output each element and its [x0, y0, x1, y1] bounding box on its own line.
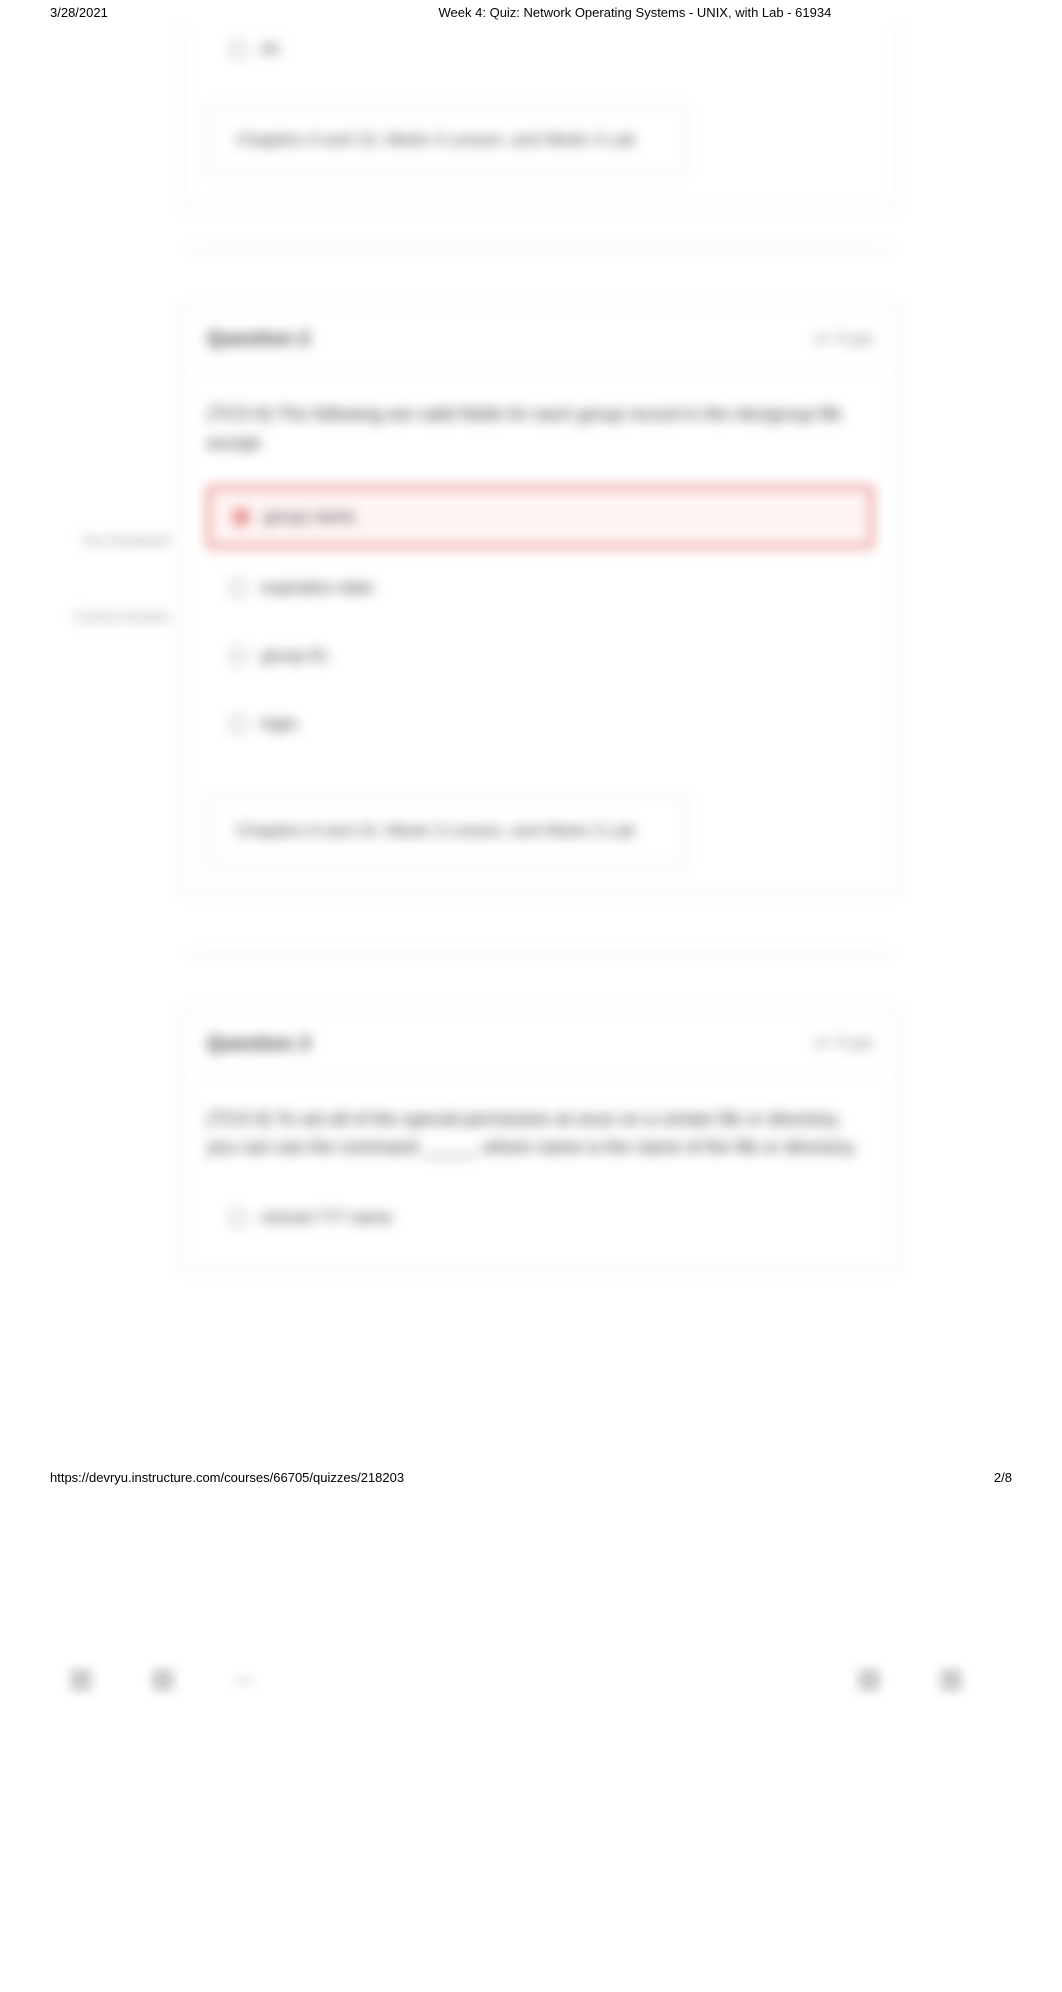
chapter-reference: Chapters 9 and 10, Week 3 Lesson, and We… — [207, 796, 687, 866]
chapter-reference: Chapters 9 and 10, Week 3 Lesson, and We… — [207, 105, 687, 175]
toolbar-icon[interactable] — [152, 1669, 174, 1691]
q2-option-a[interactable]: group name. — [207, 486, 873, 548]
toolbar-icon[interactable] — [940, 1669, 962, 1691]
card-divider — [190, 953, 890, 955]
option-label: sh — [261, 39, 279, 59]
print-date: 3/28/2021 — [50, 5, 108, 20]
question-title: Question 3 — [207, 1033, 310, 1056]
radio-icon — [229, 40, 247, 58]
q3-option-a[interactable]: chmod 777 name — [207, 1190, 873, 1246]
question-points: 0 / 5 pts — [816, 331, 873, 349]
option-label: login. — [261, 714, 302, 734]
print-url: https://devryu.instructure.com/courses/6… — [50, 1470, 404, 1485]
correct-answer-label: Correct Answer — [50, 606, 170, 627]
q2-option-b[interactable]: expiration date. — [207, 560, 873, 616]
radio-icon — [229, 579, 247, 597]
question-2-card: Question 2 0 / 5 pts (TCO 6) The followi… — [180, 305, 900, 893]
option-label: chmod 777 name — [261, 1208, 392, 1228]
print-title: Week 4: Quiz: Network Operating Systems … — [258, 5, 1012, 20]
quiz-page: You Answered Correct Answer sh Chapters … — [80, 25, 1000, 1269]
print-page-number: 2/8 — [994, 1470, 1012, 1485]
radio-icon — [229, 647, 247, 665]
option-label: group ID. — [261, 646, 331, 666]
card-divider — [190, 248, 890, 250]
q2-option-d[interactable]: login. — [207, 696, 873, 752]
question-1-card-partial: sh Chapters 9 and 10, Week 3 Lesson, and… — [180, 25, 900, 208]
toolbar-icon[interactable] — [70, 1669, 92, 1691]
question-text: (TCO 6) To set all of the special permis… — [207, 1105, 873, 1163]
q2-option-c[interactable]: group ID. — [207, 628, 873, 684]
q1-option-last[interactable]: sh — [207, 25, 873, 73]
viewer-toolbar: — — [70, 1660, 1022, 1700]
radio-icon — [229, 715, 247, 733]
question-title: Question 2 — [207, 328, 310, 351]
option-label: expiration date. — [261, 578, 377, 598]
answer-sidebar: You Answered Correct Answer — [50, 530, 170, 627]
toolbar-text: — — [234, 1669, 254, 1692]
you-answered-label: You Answered — [50, 530, 170, 551]
question-points: 0 / 5 pts — [816, 1035, 873, 1053]
toolbar-icon[interactable] — [858, 1669, 880, 1691]
radio-icon — [232, 508, 250, 526]
option-label: group name. — [264, 507, 359, 527]
radio-icon — [229, 1209, 247, 1227]
question-text: (TCO 6) The following are valid fields f… — [207, 400, 873, 458]
question-3-card: Question 3 0 / 5 pts (TCO 6) To set all … — [180, 1010, 900, 1270]
